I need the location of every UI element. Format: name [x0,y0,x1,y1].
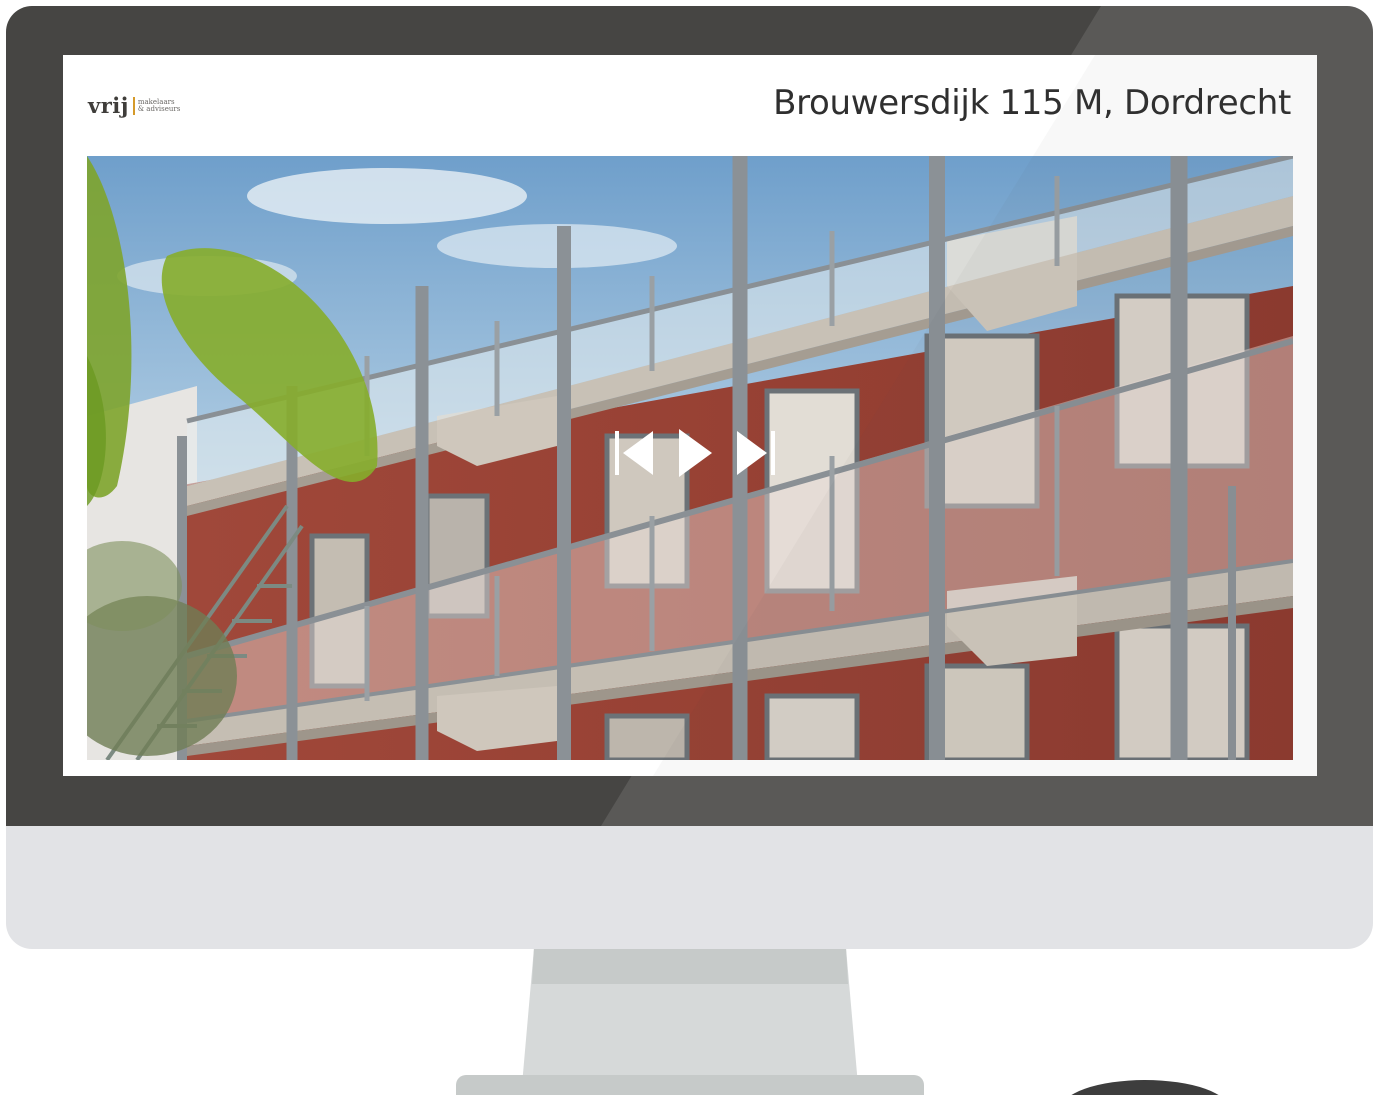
logo-tagline: makelaars & adviseurs [137,98,181,113]
slideshow-controls [615,428,775,478]
monitor-chin [6,826,1373,949]
logo-divider [132,96,135,115]
screen: vrij makelaars & adviseurs Brouwersdijk … [63,55,1317,776]
skip-previous-icon[interactable] [615,429,655,477]
photo-slideshow[interactable] [87,156,1293,760]
logo-wordmark: vrij [88,93,129,118]
listing-title: Brouwersdijk 115 M, Dordrecht [773,83,1291,123]
logo-tagline-line2: & adviseurs [137,104,181,113]
play-icon[interactable] [677,428,713,478]
desktop-monitor-mockup: vrij makelaars & adviseurs Brouwersdijk … [0,0,1383,1095]
brand-logo[interactable]: vrij makelaars & adviseurs [88,93,180,118]
skip-next-icon[interactable] [735,429,775,477]
